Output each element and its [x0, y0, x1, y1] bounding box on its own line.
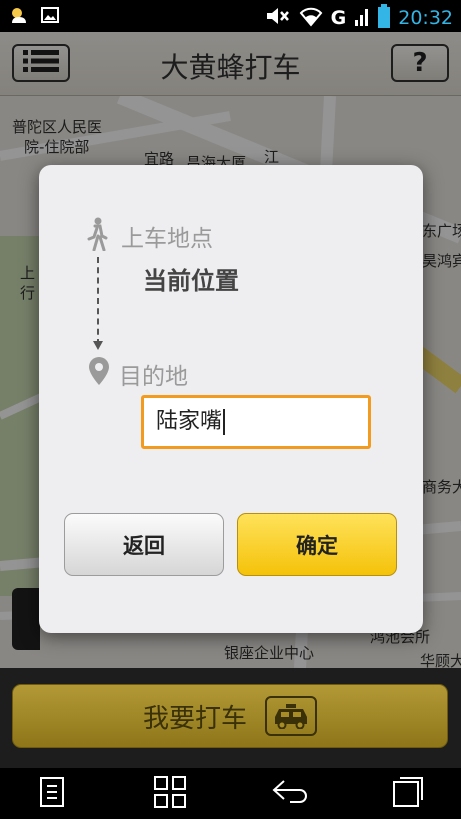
recents-nav-button[interactable]	[388, 776, 428, 812]
back-arrow-icon	[272, 777, 308, 811]
taxi-icon	[265, 696, 317, 736]
status-bar: G 20:32	[0, 0, 461, 32]
bottom-bar: 我要打车	[0, 668, 461, 768]
apps-grid-icon	[153, 775, 187, 813]
route-arrow-icon	[93, 341, 103, 350]
back-nav-button[interactable]	[270, 776, 310, 812]
call-taxi-label: 我要打车	[142, 703, 247, 734]
clock: 20:32	[398, 7, 453, 29]
route-dialog: 上车地点 当前位置 目的地 陆家嘴 返回 确定	[39, 165, 423, 633]
text-caret	[223, 409, 226, 435]
call-taxi-button[interactable]: 我要打车	[12, 684, 448, 748]
menu-nav-icon	[39, 776, 65, 812]
confirm-button[interactable]: 确定	[237, 513, 397, 576]
home-nav-button[interactable]	[150, 776, 190, 812]
location-pin-icon	[89, 357, 109, 389]
weather-icon	[8, 5, 30, 31]
system-nav-bar	[0, 768, 461, 819]
back-button[interactable]: 返回	[64, 513, 224, 576]
destination-input-value: 陆家嘴	[156, 409, 223, 434]
recents-icon	[392, 776, 424, 812]
destination-label: 目的地	[119, 364, 188, 390]
mute-icon	[265, 5, 291, 31]
gallery-icon	[40, 5, 60, 31]
battery-icon	[378, 4, 391, 32]
pickup-label: 上车地点	[121, 226, 213, 252]
menu-nav-button[interactable]	[32, 776, 72, 812]
route-connector	[97, 257, 99, 345]
signal-icon	[354, 5, 370, 31]
wifi-icon	[299, 5, 323, 31]
pickup-value[interactable]: 当前位置	[143, 261, 239, 296]
network-type-label: G	[330, 7, 347, 29]
walking-person-icon	[85, 217, 109, 255]
destination-input[interactable]: 陆家嘴	[141, 395, 371, 449]
